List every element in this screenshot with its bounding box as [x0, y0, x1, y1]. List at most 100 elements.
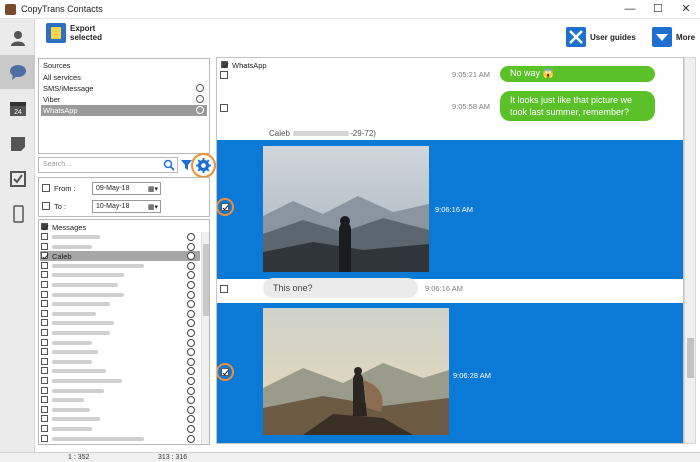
chat-scrollbar[interactable]	[684, 57, 696, 444]
source-whatsapp[interactable]: WhatsApp	[41, 105, 207, 116]
gear-icon[interactable]	[196, 158, 211, 173]
contact-checkbox[interactable]	[41, 300, 48, 308]
contact-row[interactable]	[40, 405, 200, 415]
contact-row[interactable]	[40, 290, 200, 300]
contact-checkbox[interactable]	[41, 252, 48, 260]
minimize-button[interactable]: —	[616, 0, 644, 19]
contact-checkbox[interactable]	[41, 396, 48, 404]
nav-contacts[interactable]	[0, 21, 35, 55]
contact-row[interactable]	[40, 424, 200, 434]
from-row: From : 09-May-18 ▦▾	[42, 181, 161, 195]
contact-checkbox[interactable]	[41, 261, 48, 269]
contact-row[interactable]	[40, 347, 200, 357]
contact-row[interactable]	[40, 299, 200, 309]
message-checkbox[interactable]	[220, 104, 228, 112]
selected-image-message[interactable]: 9:06:28 AM	[217, 303, 683, 443]
contact-checkbox[interactable]	[41, 242, 48, 250]
contact-checkbox[interactable]	[41, 319, 48, 327]
select-all-checkbox[interactable]	[41, 223, 48, 230]
contact-row[interactable]	[40, 280, 200, 290]
title-bar: CopyTrans Contacts — ☐ ✕	[0, 0, 700, 19]
sender-phone-suffix: -29-72)	[350, 129, 376, 138]
messages-scrollbar[interactable]	[201, 232, 209, 444]
contact-row[interactable]	[40, 232, 200, 242]
contact-row[interactable]	[40, 242, 200, 252]
contact-checkbox[interactable]	[41, 357, 48, 365]
search-input[interactable]: Search...	[38, 157, 178, 173]
contact-row[interactable]	[40, 395, 200, 405]
to-row: To : 10-May-18 ▦▾	[42, 199, 161, 213]
contact-checkbox[interactable]	[41, 425, 48, 432]
contact-row[interactable]	[40, 261, 200, 271]
contact-row[interactable]	[40, 270, 200, 280]
contact-checkbox[interactable]	[41, 309, 48, 317]
sent-message-bubble: It looks just like that picture we took …	[500, 91, 655, 121]
message-checkbox[interactable]	[220, 285, 228, 293]
export-label-line2: selected	[70, 33, 103, 42]
nav-device[interactable]	[0, 197, 35, 231]
contact-row[interactable]	[40, 376, 200, 386]
sent-message-bubble: No way 😱	[500, 66, 655, 82]
contact-checkbox[interactable]	[41, 329, 48, 336]
contact-row[interactable]: Caleb	[40, 251, 200, 262]
user-guides-button[interactable]: User guides	[566, 27, 636, 47]
calendar-dropdown-icon[interactable]: ▦▾	[148, 184, 158, 195]
redacted-contact-name	[52, 283, 118, 287]
received-message-bubble: This one?	[263, 278, 418, 298]
from-checkbox[interactable]	[42, 184, 50, 192]
to-checkbox[interactable]	[42, 202, 50, 210]
more-label: More	[676, 32, 696, 42]
source-viber[interactable]: Viber	[41, 94, 207, 105]
contact-row[interactable]	[40, 309, 200, 319]
source-sms[interactable]: SMS/iMessage	[41, 83, 207, 94]
contact-checkbox[interactable]	[41, 281, 48, 288]
contact-checkbox[interactable]	[41, 405, 48, 413]
chat-select-all-checkbox[interactable]	[221, 61, 228, 68]
selected-image-message[interactable]: 9:06:16 AM	[217, 140, 683, 279]
contact-checkbox[interactable]	[41, 338, 48, 346]
export-selected-button[interactable]: Export selected	[46, 23, 102, 43]
contact-row[interactable]	[40, 328, 200, 338]
contact-row[interactable]	[40, 414, 200, 424]
contact-checkbox[interactable]	[41, 377, 48, 384]
nav-calendar[interactable]: 24	[0, 91, 35, 125]
nav-messages[interactable]	[0, 55, 35, 89]
nav-tasks[interactable]	[0, 162, 35, 196]
source-all-services[interactable]: All services	[41, 72, 207, 83]
search-icon[interactable]	[163, 159, 175, 171]
whatsapp-icon	[187, 261, 195, 270]
maximize-button[interactable]: ☐	[644, 0, 672, 19]
nav-notes[interactable]	[0, 127, 35, 161]
contact-row[interactable]	[40, 318, 200, 328]
contact-checkbox[interactable]	[41, 271, 48, 279]
contact-checkbox[interactable]	[41, 290, 48, 298]
whatsapp-icon	[187, 281, 195, 289]
contact-checkbox[interactable]	[41, 415, 48, 423]
contact-row[interactable]	[40, 434, 200, 444]
redacted-phone	[293, 131, 350, 137]
sender-label: Caleb -29-72)	[269, 129, 376, 138]
redacted-contact-name	[52, 244, 92, 249]
contact-checkbox[interactable]	[41, 386, 48, 394]
messages-scroll-thumb[interactable]	[203, 244, 209, 316]
from-date-input[interactable]: 09-May-18 ▦▾	[92, 181, 161, 195]
to-date-value: 10-May-18	[96, 202, 130, 210]
contact-checkbox[interactable]	[41, 348, 48, 356]
redacted-contact-name	[52, 321, 114, 326]
message-checkbox[interactable]	[220, 71, 228, 79]
close-button[interactable]: ✕	[672, 0, 700, 19]
contact-checkbox[interactable]	[41, 434, 48, 442]
more-button[interactable]: More	[652, 27, 695, 47]
contact-row[interactable]	[40, 357, 200, 367]
chat-scroll-thumb[interactable]	[687, 338, 694, 378]
calendar-dropdown-icon[interactable]: ▦▾	[148, 202, 158, 213]
whatsapp-icon	[187, 377, 195, 385]
contact-row[interactable]	[40, 366, 200, 376]
contact-checkbox[interactable]	[41, 233, 48, 240]
contact-row[interactable]	[40, 338, 200, 348]
viber-icon	[196, 95, 204, 103]
to-date-input[interactable]: 10-May-18 ▦▾	[92, 199, 161, 213]
contact-checkbox[interactable]	[41, 367, 48, 375]
contact-row[interactable]	[40, 386, 200, 396]
note-icon	[10, 137, 25, 151]
